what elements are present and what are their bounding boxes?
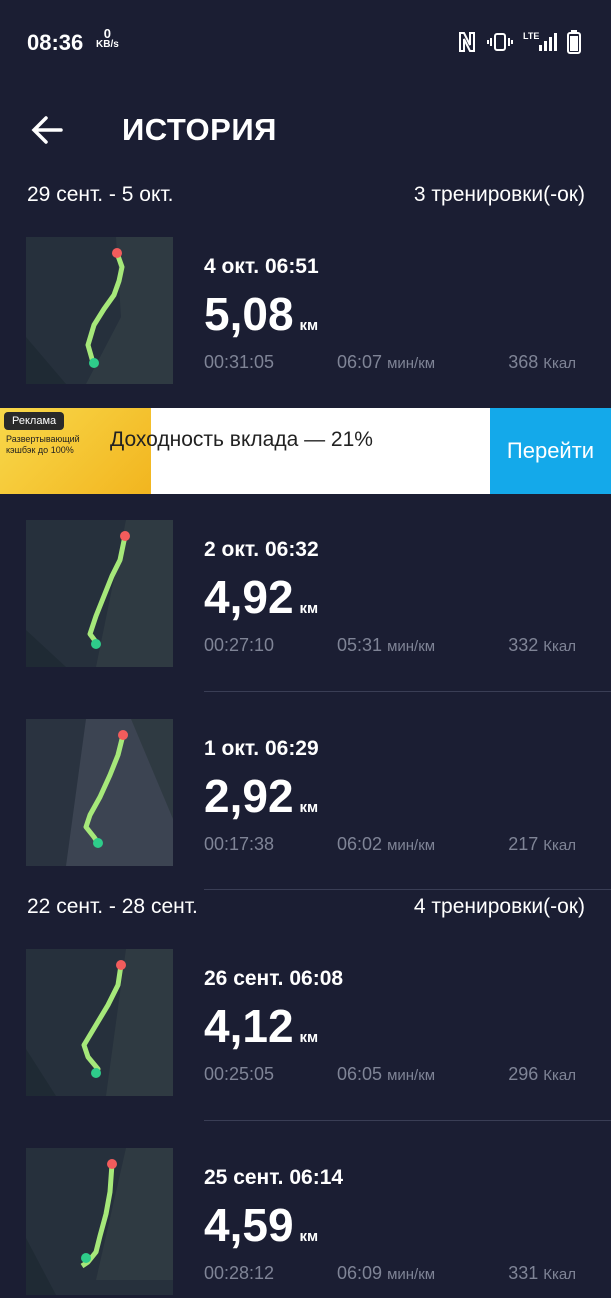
- week-range: 29 сент. - 5 окт.: [27, 183, 174, 206]
- week-count: 4 тренировки(-ок): [413, 895, 585, 918]
- ad-go-button[interactable]: Перейти: [490, 408, 611, 494]
- ad-small-text: Развертывающий кэшбэк до 100%: [6, 434, 80, 455]
- route-map: [26, 520, 173, 667]
- workout-pace: 06:07 мин/км: [337, 352, 436, 372]
- route-map: [26, 237, 173, 384]
- page-title: ИСТОРИЯ: [122, 112, 277, 147]
- week-header: 29 сент. - 5 окт. 3 тренировки(-ок): [0, 177, 611, 217]
- workout-duration: 00:27:10: [204, 635, 275, 655]
- workout-item[interactable]: 26 сент. 06:08 4,12 км 00:25:05 06:05 мин…: [0, 949, 611, 1099]
- workout-pace: 05:31 мин/км: [337, 635, 436, 655]
- divider: [204, 1120, 611, 1121]
- vibrate-icon: [487, 33, 513, 51]
- workout-calories: 217 Ккал: [508, 834, 576, 854]
- workout-distance: 4,12 км: [204, 1000, 319, 1052]
- workout-distance: 4,59 км: [204, 1199, 319, 1251]
- route-map: [26, 1148, 173, 1295]
- signal-icon: LTE: [523, 31, 557, 53]
- workout-item[interactable]: 4 окт. 06:51 5,08 км 00:31:05 06:07 мин/к…: [0, 237, 611, 387]
- workout-date: 1 окт. 06:29: [204, 737, 319, 760]
- workout-calories: 296 Ккал: [508, 1064, 576, 1084]
- workout-duration: 00:25:05: [204, 1064, 275, 1084]
- status-icons: LTE: [457, 30, 581, 54]
- workout-calories: 368 Ккал: [508, 352, 576, 372]
- status-time: 08:36: [27, 30, 84, 55]
- workout-date: 4 окт. 06:51: [204, 255, 319, 278]
- workout-date: 26 сент. 06:08: [204, 967, 344, 990]
- battery-icon: [567, 30, 581, 54]
- ad-banner[interactable]: Реклама Развертывающий кэшбэк до 100% До…: [0, 408, 611, 494]
- divider: [204, 691, 611, 692]
- app-bar: ИСТОРИЯ: [0, 95, 611, 165]
- workout-pace: 06:02 мин/км: [337, 834, 436, 854]
- workout-duration: 00:31:05: [204, 352, 275, 372]
- workout-calories: 332 Ккал: [508, 635, 576, 655]
- week-header: 22 сент. - 28 сент. 4 тренировки(-ок): [0, 889, 611, 929]
- week-range: 22 сент. - 28 сент.: [27, 895, 198, 918]
- workout-date: 2 окт. 06:32: [204, 538, 319, 561]
- workout-distance: 2,92 км: [204, 770, 319, 822]
- workout-distance: 4,92 км: [204, 571, 319, 623]
- ad-tag: Реклама: [4, 412, 65, 430]
- workout-date: 25 сент. 06:14: [204, 1166, 344, 1189]
- workout-duration: 00:17:38: [204, 834, 275, 854]
- workout-pace: 06:09 мин/км: [337, 1263, 436, 1283]
- route-map: [26, 719, 173, 866]
- workout-item[interactable]: 25 сент. 06:14 4,59 км 00:28:12 06:09 мин…: [0, 1148, 611, 1298]
- workout-item[interactable]: 1 окт. 06:29 2,92 км 00:17:38 06:02 мин/к…: [0, 719, 611, 869]
- workout-calories: 331 Ккал: [508, 1263, 576, 1283]
- workout-duration: 00:28:12: [204, 1263, 275, 1283]
- network-speed: 0 KB/s: [96, 26, 119, 50]
- route-map: [26, 949, 173, 1096]
- workout-distance: 5,08 км: [204, 288, 319, 340]
- week-count: 3 тренировки(-ок): [413, 183, 585, 206]
- nfc-icon: [459, 32, 475, 52]
- workout-item[interactable]: 2 окт. 06:32 4,92 км 00:27:10 05:31 мин/к…: [0, 520, 611, 670]
- workout-pace: 06:05 мин/км: [337, 1064, 436, 1084]
- ad-text: Доходность вклада — 21%: [110, 428, 373, 451]
- back-arrow-icon[interactable]: [30, 113, 64, 147]
- status-bar: 08:36 0 KB/s LTE: [0, 0, 611, 84]
